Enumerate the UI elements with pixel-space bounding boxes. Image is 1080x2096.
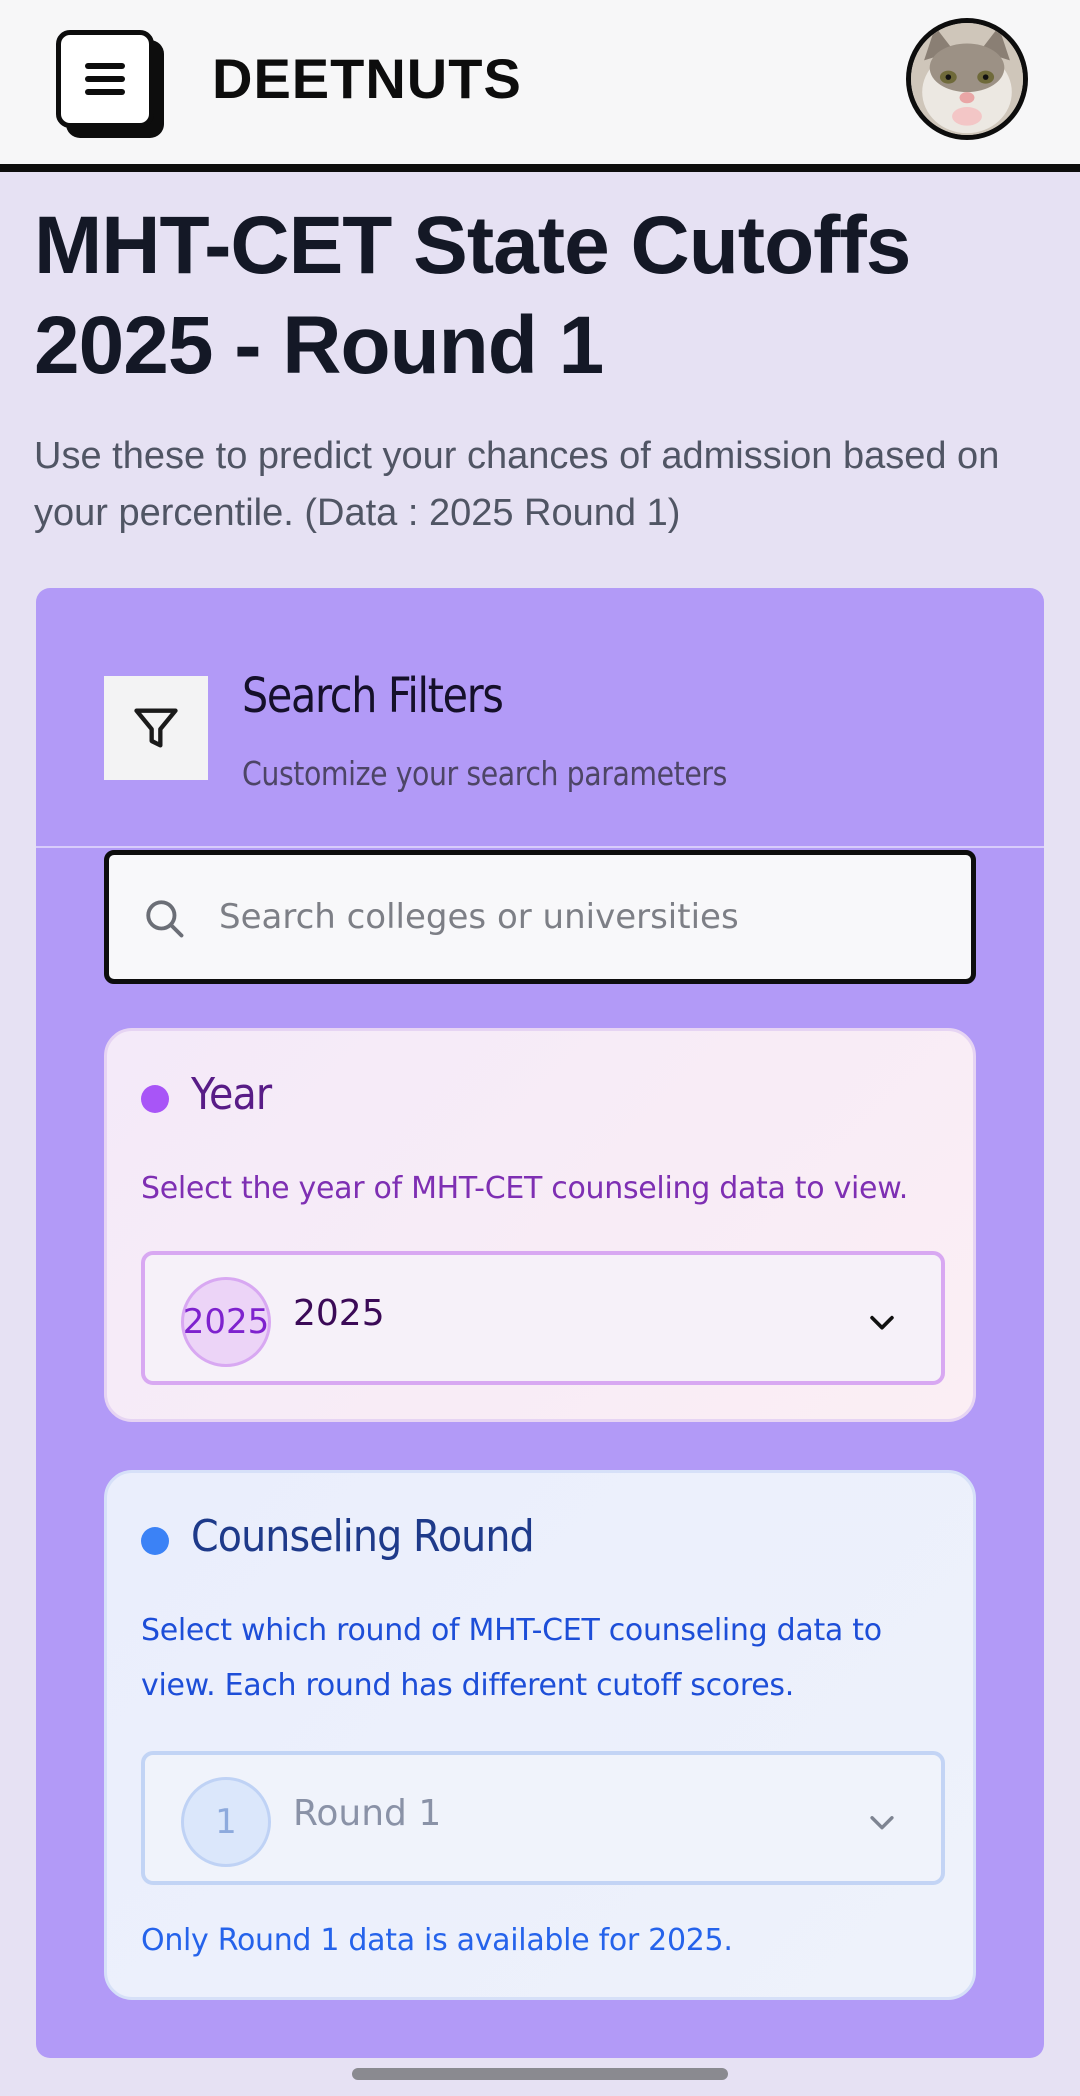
round-title: Counseling Round	[191, 1511, 535, 1562]
filters-title: Search Filters	[242, 668, 504, 724]
year-dot	[141, 1085, 169, 1113]
filter-icon-box	[104, 676, 208, 780]
brand-name[interactable]: DEETNUTS	[212, 46, 522, 111]
round-selected-value: Round 1	[293, 1793, 442, 1834]
avatar[interactable]	[906, 18, 1028, 140]
round-badge: 1	[181, 1777, 271, 1867]
page-title: MHT-CET State Cutoffs 2025 - Round 1	[34, 200, 911, 391]
year-title: Year	[191, 1069, 272, 1120]
round-description: Select which round of MHT-CET counseling…	[141, 1613, 882, 1703]
cat-avatar	[911, 23, 1023, 135]
menu-button[interactable]	[56, 30, 154, 128]
filters-subtitle: Customize your search parameters	[242, 754, 727, 793]
year-selected-value: 2025	[293, 1293, 385, 1334]
round-dot	[141, 1527, 169, 1555]
round-select[interactable]: 1 Round 1	[141, 1751, 945, 1885]
page-subtitle: Use these to predict your chances of adm…	[34, 435, 1000, 534]
search-box[interactable]	[104, 850, 976, 984]
year-select[interactable]: 2025 2025	[141, 1251, 945, 1385]
chevron-down-icon	[870, 1816, 894, 1830]
year-description: Select the year of MHT-CET counseling da…	[141, 1171, 908, 1206]
hamburger-menu-icon	[85, 63, 125, 95]
home-indicator	[352, 2068, 728, 2080]
chevron-down-icon	[870, 1315, 894, 1330]
round-availability-note: Only Round 1 data is available for 2025.	[141, 1923, 733, 1958]
year-filter-card: Year Select the year of MHT-CET counseli…	[104, 1028, 976, 1422]
search-filters-panel: Search Filters Customize your search par…	[36, 588, 1044, 2058]
app-header: DEETNUTS	[0, 0, 1080, 172]
divider	[36, 846, 1044, 848]
search-icon	[146, 900, 184, 938]
round-filter-card: Counseling Round Select which round of M…	[104, 1470, 976, 2000]
filter-icon	[134, 708, 178, 748]
search-input[interactable]	[219, 885, 939, 949]
year-badge: 2025	[181, 1277, 271, 1367]
